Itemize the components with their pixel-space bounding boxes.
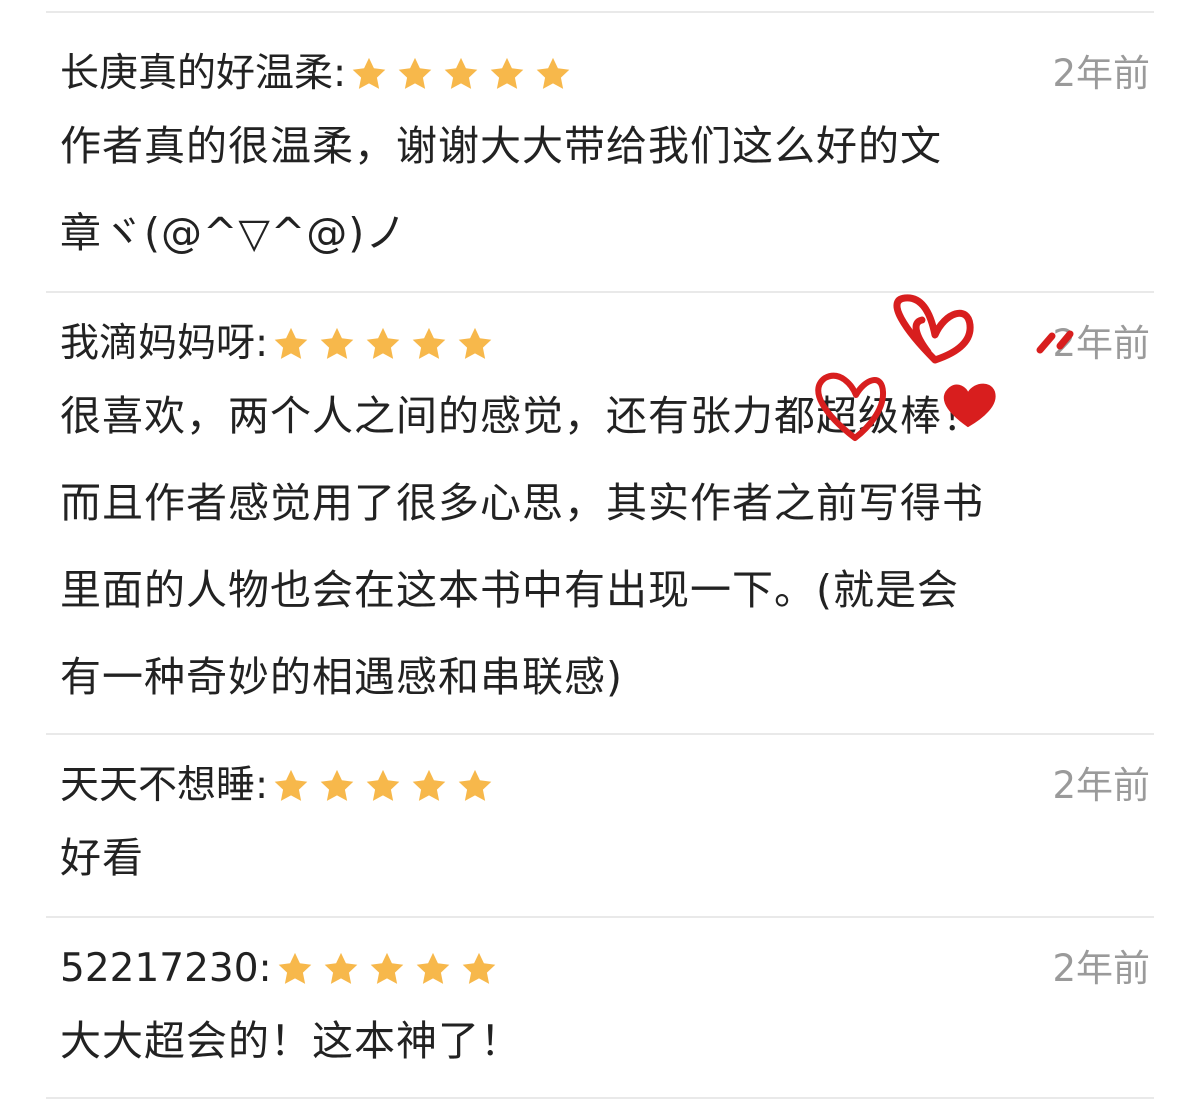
review-list: 长庚真的好温柔: 2年前 作者真的很温柔，谢谢大大带给我们这么好的文 章ヾ(@^… bbox=[46, 0, 1154, 1099]
star-icon bbox=[350, 55, 388, 93]
star-icon bbox=[368, 950, 406, 988]
review-time: 2年前 bbox=[1052, 764, 1150, 807]
review-item: 52217230: 2年前 大大超会的！这本神了！ bbox=[46, 918, 1154, 1097]
star-icon bbox=[364, 325, 402, 363]
review-username[interactable]: 52217230: bbox=[60, 940, 272, 998]
star-icon bbox=[410, 325, 448, 363]
review-username[interactable]: 天天不想睡: bbox=[60, 757, 268, 815]
review-time: 2年前 bbox=[1052, 52, 1150, 95]
review-username[interactable]: 我滴妈妈呀: bbox=[60, 315, 268, 373]
review-text: 很喜欢，两个人之间的感觉，还有张力都超级棒！ 而且作者感觉用了很多心思，其实作者… bbox=[60, 373, 1145, 733]
review-line: 好看 bbox=[60, 834, 144, 882]
review-line: 章ヾ(@^▽^@)ノ bbox=[60, 209, 408, 257]
review-header: 天天不想睡: 2年前 bbox=[60, 757, 1154, 815]
star-icon bbox=[272, 767, 310, 805]
review-item: 长庚真的好温柔: 2年前 作者真的很温柔，谢谢大大带给我们这么好的文 章ヾ(@^… bbox=[46, 13, 1154, 291]
star-icon bbox=[414, 950, 452, 988]
star-icon bbox=[276, 950, 314, 988]
star-icon bbox=[456, 767, 494, 805]
review-item: 我滴妈妈呀: 2年前 很喜欢，两个人之间的感觉，还有张力都超级棒！ 而且作者感觉… bbox=[46, 293, 1154, 733]
review-header: 我滴妈妈呀: 2年前 bbox=[60, 315, 1154, 373]
review-text: 作者真的很温柔，谢谢大大带给我们这么好的文 章ヾ(@^▽^@)ノ bbox=[60, 103, 1145, 291]
star-icon bbox=[318, 325, 356, 363]
star-icon bbox=[442, 55, 480, 93]
review-username[interactable]: 长庚真的好温柔: bbox=[60, 45, 346, 103]
review-header: 长庚真的好温柔: 2年前 bbox=[60, 45, 1154, 103]
review-header: 52217230: 2年前 bbox=[60, 940, 1154, 998]
star-icon bbox=[534, 55, 572, 93]
star-rating bbox=[272, 325, 502, 363]
star-icon bbox=[364, 767, 402, 805]
review-item: 天天不想睡: 2年前 好看 bbox=[46, 735, 1154, 916]
review-line: 作者真的很温柔，谢谢大大带给我们这么好的文 bbox=[60, 122, 942, 170]
review-line: 有一种奇妙的相遇感和串联感) bbox=[60, 653, 623, 701]
star-icon bbox=[488, 55, 526, 93]
review-line: 大大超会的！这本神了！ bbox=[60, 1017, 522, 1065]
review-line: 里面的人物也会在这本书中有出现一下。(就是会 bbox=[60, 566, 959, 614]
star-icon bbox=[318, 767, 356, 805]
review-time: 2年前 bbox=[1052, 322, 1150, 365]
star-icon bbox=[322, 950, 360, 988]
review-time: 2年前 bbox=[1052, 947, 1150, 990]
review-line: 很喜欢，两个人之间的感觉，还有张力都超级棒！ bbox=[60, 392, 984, 440]
star-icon bbox=[456, 325, 494, 363]
star-rating bbox=[350, 55, 580, 93]
star-icon bbox=[460, 950, 498, 988]
star-icon bbox=[396, 55, 434, 93]
star-rating bbox=[272, 767, 502, 805]
star-icon bbox=[410, 767, 448, 805]
review-line: 而且作者感觉用了很多心思，其实作者之前写得书 bbox=[60, 479, 984, 527]
review-text: 好看 bbox=[60, 815, 1145, 916]
star-rating bbox=[276, 950, 506, 988]
review-text: 大大超会的！这本神了！ bbox=[60, 998, 1145, 1097]
star-icon bbox=[272, 325, 310, 363]
